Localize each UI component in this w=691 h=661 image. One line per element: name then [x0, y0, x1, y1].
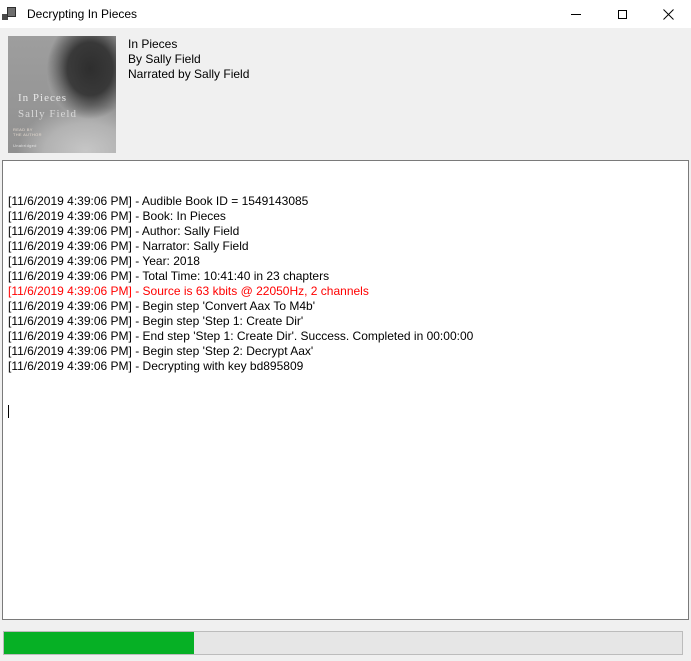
minimize-button[interactable]: [553, 0, 599, 28]
log-line: [11/6/2019 4:39:06 PM] - Decrypting with…: [8, 359, 686, 374]
book-title: In Pieces: [128, 37, 249, 52]
log-line: [11/6/2019 4:39:06 PM] - Source is 63 kb…: [8, 284, 686, 299]
close-button[interactable]: [645, 0, 691, 28]
log-lines: [11/6/2019 4:39:06 PM] - Audible Book ID…: [8, 194, 686, 374]
progress-bar-fill: [4, 632, 194, 654]
log-line: [11/6/2019 4:39:06 PM] - Audible Book ID…: [8, 194, 686, 209]
window-title: Decrypting In Pieces: [27, 7, 137, 21]
book-narrator: Narrated by Sally Field: [128, 67, 249, 82]
book-info: In Pieces By Sally Field Narrated by Sal…: [128, 36, 249, 153]
title-bar: Decrypting In Pieces: [0, 0, 691, 28]
log-line: [11/6/2019 4:39:06 PM] - Narrator: Sally…: [8, 239, 686, 254]
log-line: [11/6/2019 4:39:06 PM] - Book: In Pieces: [8, 209, 686, 224]
log-line: [11/6/2019 4:39:06 PM] - Begin step 'Ste…: [8, 314, 686, 329]
maximize-icon: [618, 10, 627, 19]
log-line: [11/6/2019 4:39:06 PM] - Total Time: 10:…: [8, 269, 686, 284]
close-icon: [663, 9, 674, 20]
window-controls: [553, 0, 691, 28]
book-header: In Pieces Sally Field READ BY THE AUTHOR…: [8, 36, 249, 153]
cover-title-text: In Pieces: [18, 92, 67, 104]
progress-bar: [3, 631, 683, 655]
cover-readby-text: READ BY THE AUTHOR: [13, 127, 42, 137]
book-author: By Sally Field: [128, 52, 249, 67]
log-line: [11/6/2019 4:39:06 PM] - Begin step 'Ste…: [8, 344, 686, 359]
cover-edition-text: Unabridged: [13, 143, 37, 148]
log-line: [11/6/2019 4:39:06 PM] - Begin step 'Con…: [8, 299, 686, 314]
book-cover-image: In Pieces Sally Field READ BY THE AUTHOR…: [8, 36, 116, 153]
text-caret: [8, 405, 9, 418]
app-icon: [2, 7, 16, 21]
log-textbox[interactable]: [11/6/2019 4:39:06 PM] - Audible Book ID…: [2, 160, 689, 620]
app-icon-block-big: [7, 7, 16, 17]
maximize-button[interactable]: [599, 0, 645, 28]
minimize-icon: [571, 14, 581, 15]
log-line: [11/6/2019 4:39:06 PM] - Author: Sally F…: [8, 224, 686, 239]
log-line: [11/6/2019 4:39:06 PM] - Year: 2018: [8, 254, 686, 269]
cover-author-text: Sally Field: [18, 108, 77, 120]
log-line: [11/6/2019 4:39:06 PM] - End step 'Step …: [8, 329, 686, 344]
